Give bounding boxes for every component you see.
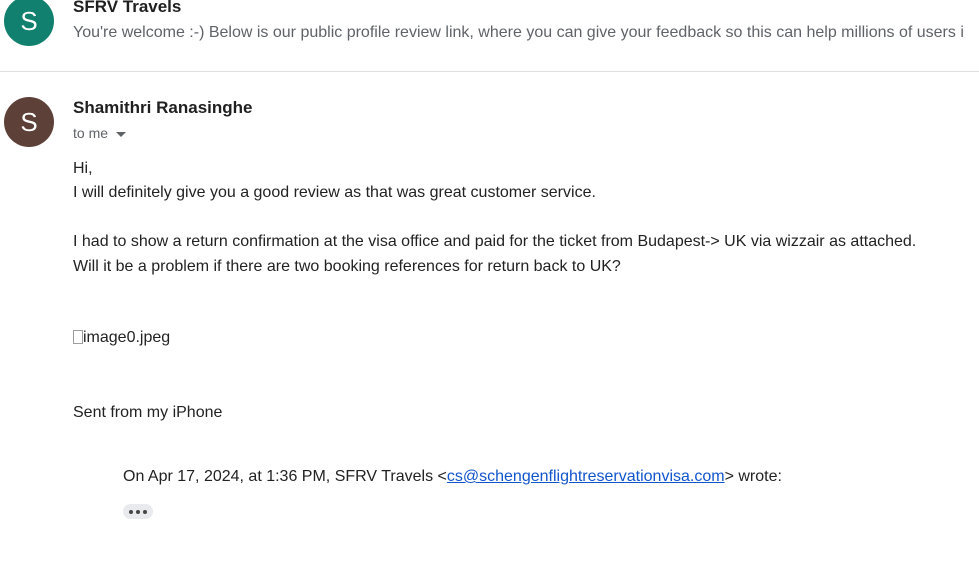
signature: Sent from my iPhone: [73, 404, 223, 421]
broken-image-icon: [73, 330, 83, 344]
inline-image-attachment[interactable]: image0.jpeg: [73, 329, 170, 347]
show-trimmed-content-button[interactable]: [123, 504, 153, 519]
body-line: I will definitely give you a good review…: [73, 184, 596, 201]
body-line: Will it be a problem if there are two bo…: [73, 258, 621, 275]
caret-down-icon[interactable]: [116, 131, 127, 137]
image-alt-text: image0.jpeg: [83, 329, 171, 346]
quote-prefix: On Apr 17, 2024, at 1:36 PM, SFRV Travel…: [123, 468, 447, 485]
sender-email-link[interactable]: cs@schengenflightreservationvisa.com: [447, 468, 725, 485]
email-thread: S SFRV Travels You're welcome :-) Below …: [0, 0, 979, 563]
avatar[interactable]: S: [4, 97, 54, 147]
quoted-header: On Apr 17, 2024, at 1:36 PM, SFRV Travel…: [123, 468, 782, 486]
recipient-label: to me: [73, 125, 109, 141]
sender-name[interactable]: SFRV Travels: [73, 0, 181, 17]
collapsed-message-sfrv[interactable]: S SFRV Travels You're welcome :-) Below …: [0, 0, 979, 72]
sender-name[interactable]: Shamithri Ranasinghe: [73, 98, 252, 118]
body-line: I had to show a return confirmation at t…: [73, 233, 917, 250]
recipient-details-toggle[interactable]: to me: [73, 125, 127, 141]
more-dots-icon: [143, 509, 147, 514]
message-snippet: You're welcome :-) Below is our public p…: [73, 24, 964, 41]
more-dots-icon: [129, 509, 133, 514]
body-line: Hi,: [73, 160, 93, 177]
avatar[interactable]: S: [4, 0, 54, 46]
quote-suffix: > wrote:: [724, 468, 782, 485]
more-dots-icon: [136, 509, 140, 514]
